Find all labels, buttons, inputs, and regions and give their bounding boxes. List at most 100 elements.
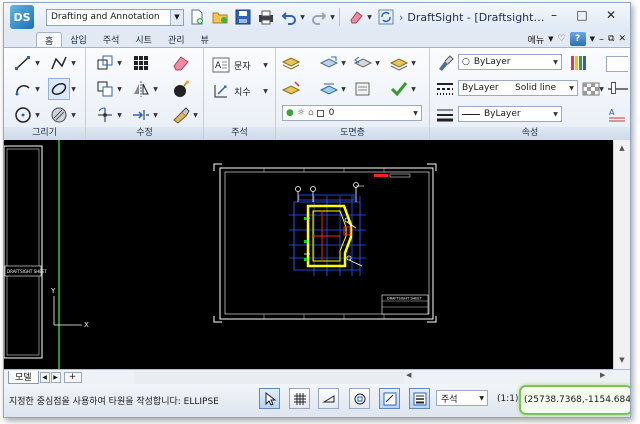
match-properties-dropdown[interactable]: ▼ bbox=[192, 104, 199, 126]
undo-dropdown[interactable]: ▼ bbox=[299, 9, 306, 25]
layer-previous-tool[interactable] bbox=[352, 52, 374, 74]
ellipse-tool[interactable] bbox=[48, 78, 70, 100]
linestyle-select[interactable]: ByLayer Solid line ▼ bbox=[458, 80, 578, 96]
ellipse-dropdown[interactable]: ▼ bbox=[70, 78, 77, 100]
heart-icon[interactable]: ♡ bbox=[558, 34, 566, 44]
explode-tool[interactable] bbox=[170, 78, 192, 100]
stretch-dropdown[interactable]: ▼ bbox=[152, 104, 159, 126]
annotation-scale-select[interactable]: 주석 ▼ bbox=[436, 390, 488, 406]
copy-dropdown[interactable]: ▼ bbox=[116, 78, 123, 100]
open-button[interactable] bbox=[210, 7, 230, 27]
copy-tool[interactable] bbox=[94, 78, 116, 100]
polyline-dropdown[interactable]: ▼ bbox=[70, 52, 77, 74]
move-tool[interactable] bbox=[94, 52, 116, 74]
tab-view[interactable]: 뷰 bbox=[193, 32, 217, 47]
ribbon-close-button[interactable]: ✕ bbox=[618, 34, 626, 44]
layer-previous-dropdown[interactable]: ▼ bbox=[374, 52, 381, 74]
tab-annotate[interactable]: 주석 bbox=[95, 32, 128, 47]
dimension-tool[interactable] bbox=[210, 80, 232, 102]
arc-tool[interactable] bbox=[12, 78, 34, 100]
match-properties-tool[interactable] bbox=[170, 104, 192, 126]
workspace-select[interactable]: Drafting and Annotation ▼ bbox=[46, 8, 184, 26]
erase-button[interactable] bbox=[346, 7, 366, 27]
next-layout-button[interactable]: ▶ bbox=[50, 371, 61, 383]
stretch-tool[interactable] bbox=[130, 104, 152, 126]
chevron-down-icon[interactable]: ▼ bbox=[170, 9, 183, 25]
osnap-toggle-button[interactable] bbox=[349, 388, 370, 409]
app-logo[interactable]: DS bbox=[10, 5, 34, 29]
ribbon-minimize-button[interactable]: – bbox=[599, 34, 604, 45]
circle-tool[interactable] bbox=[12, 104, 34, 126]
add-layout-button[interactable]: + bbox=[63, 371, 82, 383]
text-style-tool[interactable]: A bbox=[606, 104, 628, 126]
layer-match-tool[interactable] bbox=[280, 78, 302, 100]
minimize-button[interactable]: – bbox=[541, 6, 567, 24]
ribbon-restore-button[interactable]: ⧉ bbox=[608, 34, 614, 44]
layer-isolate-dropdown[interactable]: ▼ bbox=[410, 52, 417, 74]
scroll-down-icon[interactable]: ▼ bbox=[616, 354, 628, 366]
rotate-dropdown[interactable]: ▼ bbox=[116, 104, 123, 126]
tab-sheet[interactable]: 시트 bbox=[127, 32, 160, 47]
lineweight-toggle-button[interactable] bbox=[409, 388, 430, 409]
new-file-button[interactable] bbox=[187, 7, 207, 27]
transparency-slider-thumb[interactable] bbox=[611, 82, 616, 94]
scroll-right-icon[interactable]: ▶ bbox=[600, 371, 605, 379]
tab-model[interactable]: 모델 bbox=[8, 370, 39, 384]
print-button[interactable] bbox=[256, 7, 276, 27]
erase-tool[interactable] bbox=[170, 52, 192, 74]
lineweight-tool[interactable] bbox=[434, 104, 456, 126]
scroll-up-icon[interactable]: ▲ bbox=[616, 142, 628, 154]
circle-dropdown[interactable]: ▼ bbox=[34, 104, 41, 126]
chevron-down-icon[interactable]: ▼ bbox=[550, 107, 561, 121]
prev-layout-button[interactable]: ◀ bbox=[39, 371, 50, 383]
layer-state-tool[interactable] bbox=[318, 52, 340, 74]
array-tool[interactable] bbox=[130, 52, 152, 74]
layer-walk-tool[interactable] bbox=[318, 78, 340, 100]
chevron-down-icon[interactable]: ▼ bbox=[479, 395, 484, 402]
redo-button[interactable] bbox=[309, 7, 329, 27]
line-dropdown[interactable]: ▼ bbox=[34, 52, 41, 74]
undo-button[interactable] bbox=[279, 7, 299, 27]
dimension-dropdown[interactable]: ▼ bbox=[262, 80, 269, 102]
color-palette-tool[interactable] bbox=[568, 52, 590, 74]
select-mode-button[interactable] bbox=[259, 388, 280, 409]
erase-dropdown[interactable]: ▼ bbox=[366, 9, 373, 25]
layer-manager-tool[interactable] bbox=[280, 52, 302, 74]
chevron-down-icon[interactable]: ▼ bbox=[550, 55, 561, 69]
mirror-tool[interactable] bbox=[130, 78, 152, 100]
layer-on-dropdown[interactable]: ▼ bbox=[410, 78, 417, 100]
line-tool[interactable] bbox=[12, 52, 34, 74]
horizontal-scrollbar[interactable] bbox=[134, 371, 404, 384]
maximize-button[interactable]: □ bbox=[569, 6, 595, 24]
dimension-tool-label[interactable]: 치수 bbox=[234, 82, 251, 100]
scroll-left-icon[interactable]: ◀ bbox=[406, 371, 411, 379]
ortho-toggle-button[interactable] bbox=[318, 388, 339, 409]
mirror-dropdown[interactable]: ▼ bbox=[152, 78, 159, 100]
color-select[interactable]: ○ ByLayer ▼ bbox=[458, 54, 562, 70]
menu-toggle[interactable]: 메뉴 bbox=[528, 33, 545, 46]
tab-insert[interactable]: 삽입 bbox=[62, 32, 95, 47]
tab-manage[interactable]: 관리 bbox=[160, 32, 193, 47]
hatch-dropdown[interactable]: ▼ bbox=[70, 104, 77, 126]
layer-state-dropdown[interactable]: ▼ bbox=[340, 52, 347, 74]
linestyle-tool[interactable] bbox=[434, 78, 456, 100]
help-dropdown[interactable]: ▼ bbox=[590, 35, 595, 43]
transparency-dropdown[interactable]: ▼ bbox=[598, 78, 605, 100]
help-button[interactable]: ? bbox=[569, 32, 586, 46]
close-button[interactable]: ✕ bbox=[598, 6, 624, 24]
text-tool[interactable]: A bbox=[210, 54, 232, 76]
arc-dropdown[interactable]: ▼ bbox=[34, 78, 41, 100]
layer-on-tool[interactable] bbox=[388, 78, 410, 100]
grid-toggle-button[interactable] bbox=[289, 388, 310, 409]
layer-walk-dropdown[interactable]: ▼ bbox=[340, 78, 347, 100]
redo-dropdown[interactable]: ▼ bbox=[329, 9, 336, 25]
layer-select[interactable]: ● ☼ ⌂ 0 ▼ bbox=[282, 105, 422, 121]
rotate-tool[interactable] bbox=[94, 104, 116, 126]
chevron-down-icon[interactable]: ▼ bbox=[566, 81, 577, 95]
vertical-scrollbar[interactable]: ▲ ▼ bbox=[613, 140, 630, 369]
hatch-tool[interactable] bbox=[48, 104, 70, 126]
layer-isolate-tool[interactable] bbox=[388, 52, 410, 74]
match-properties-brush-tool[interactable] bbox=[434, 52, 456, 74]
layer-merge-tool[interactable] bbox=[352, 78, 374, 100]
text-tool-label[interactable]: 문자 bbox=[234, 56, 251, 74]
